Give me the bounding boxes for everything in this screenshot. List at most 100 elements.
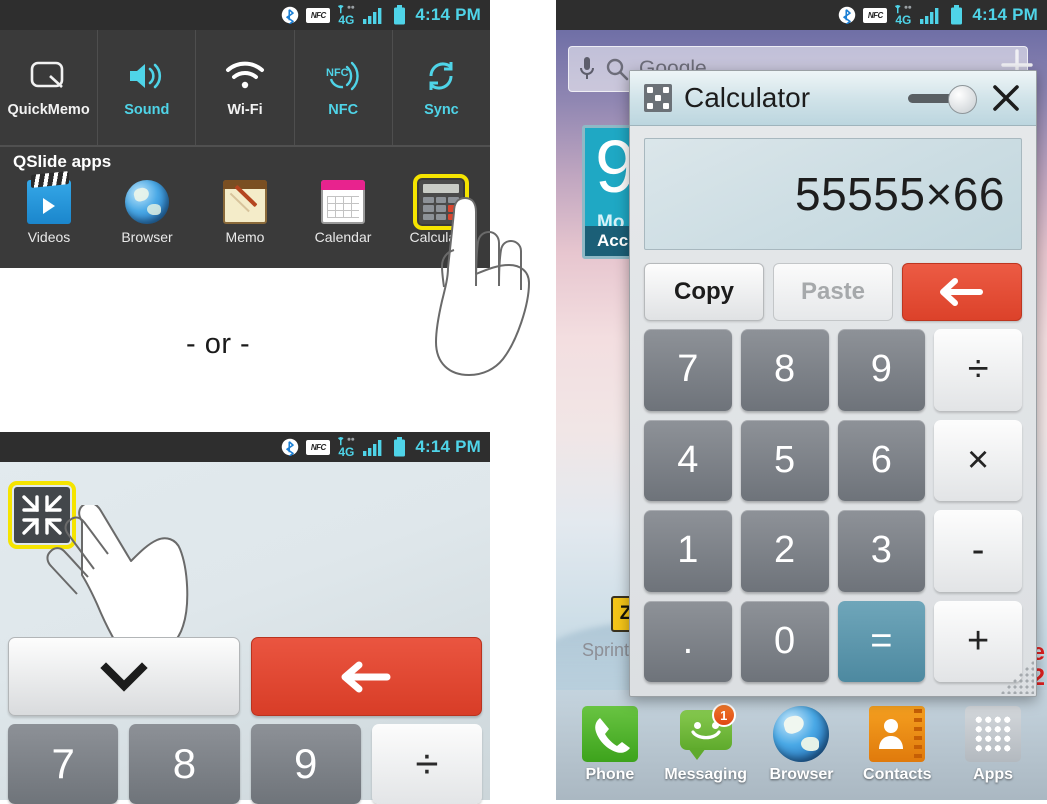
notification-shade-panel: NFC 4G 4:14 PM QuickMemo Sound Wi-Fi NFC… bbox=[0, 0, 490, 268]
dock-item-contacts[interactable]: Contacts bbox=[853, 706, 941, 784]
calculator-display-value: 55555×66 bbox=[795, 168, 1005, 220]
qslide-app-label: Calculator bbox=[409, 229, 473, 245]
dock-item-messaging[interactable]: 1 Messaging bbox=[662, 703, 750, 784]
quick-toggle-wifi[interactable]: Wi-Fi bbox=[196, 30, 295, 145]
fullscreen-icon[interactable] bbox=[644, 84, 672, 112]
calc-key-minus[interactable]: - bbox=[934, 510, 1022, 592]
calc-key-divide[interactable]: ÷ bbox=[934, 329, 1022, 411]
bluetooth-icon bbox=[282, 6, 299, 24]
videos-icon bbox=[27, 180, 71, 224]
calc-key-decimal[interactable]: . bbox=[644, 600, 732, 682]
nfc-icon: NFC bbox=[306, 7, 331, 23]
qslide-app-label: Videos bbox=[27, 229, 71, 245]
4g-icon: 4G bbox=[337, 4, 355, 26]
qslide-app-memo[interactable]: Memo bbox=[196, 180, 294, 268]
signal-icon bbox=[920, 8, 939, 24]
or-separator-label: - or - bbox=[186, 328, 251, 360]
expand-down-button[interactable] bbox=[8, 637, 240, 716]
4g-icon: 4G bbox=[894, 4, 912, 26]
calendar-icon bbox=[321, 180, 365, 224]
search-icon bbox=[606, 58, 629, 81]
contacts-icon bbox=[869, 706, 926, 762]
calc-key-0[interactable]: 0 bbox=[740, 600, 829, 682]
minimized-control-row bbox=[8, 637, 482, 716]
calc-key-multiply[interactable]: × bbox=[934, 419, 1022, 501]
transparency-slider[interactable] bbox=[908, 85, 978, 114]
dock-label: Messaging bbox=[664, 766, 748, 783]
calculator-clipboard-row: Copy Paste bbox=[644, 263, 1022, 321]
calculator-title: Calculator bbox=[684, 82, 811, 113]
signal-icon bbox=[363, 8, 382, 24]
calc-key-equals[interactable]: = bbox=[837, 600, 926, 682]
status-bar: NFC 4G 4:14 PM bbox=[0, 0, 490, 30]
quick-toggle-quickmemo[interactable]: QuickMemo bbox=[0, 30, 99, 145]
status-bar-clock: 4:14 PM bbox=[415, 437, 481, 456]
backspace-button[interactable] bbox=[250, 637, 482, 716]
quickmemo-icon bbox=[30, 57, 68, 95]
dock-item-browser[interactable]: Browser bbox=[757, 706, 845, 784]
quick-toggle-label: QuickMemo bbox=[7, 102, 90, 118]
mini-key-7[interactable]: 7 bbox=[8, 724, 119, 804]
dock-label: Contacts bbox=[863, 766, 932, 783]
qslide-app-browser[interactable]: Browser bbox=[98, 180, 196, 268]
calc-key-5[interactable]: 5 bbox=[740, 419, 829, 501]
dock-item-phone[interactable]: Phone bbox=[566, 706, 654, 784]
microphone-icon bbox=[580, 57, 594, 79]
qslide-app-calendar[interactable]: Calendar bbox=[294, 180, 392, 268]
notification-badge: 1 bbox=[711, 703, 736, 727]
calc-key-3[interactable]: 3 bbox=[837, 510, 926, 592]
calc-key-8[interactable]: 8 bbox=[740, 329, 829, 411]
dock-label: Phone bbox=[585, 766, 635, 783]
calculator-title-bar: Calculator bbox=[630, 71, 1036, 126]
close-icon[interactable] bbox=[990, 82, 1022, 114]
backspace-arrow-icon bbox=[940, 278, 983, 306]
battery-icon bbox=[394, 5, 406, 25]
calc-key-1[interactable]: 1 bbox=[644, 510, 732, 592]
copy-button[interactable]: Copy bbox=[644, 263, 764, 321]
mini-key-9[interactable]: 9 bbox=[250, 724, 361, 804]
quick-toggle-sync[interactable]: Sync bbox=[393, 30, 490, 145]
backspace-button[interactable] bbox=[902, 263, 1022, 321]
wifi-icon bbox=[225, 57, 265, 95]
qslide-app-label: Calendar bbox=[314, 229, 372, 245]
sound-icon bbox=[127, 57, 167, 95]
battery-icon bbox=[951, 5, 963, 25]
phone-icon bbox=[581, 706, 638, 762]
calc-key-9[interactable]: 9 bbox=[837, 329, 926, 411]
calc-key-plus[interactable]: + bbox=[934, 600, 1022, 682]
calculator-icon bbox=[413, 174, 469, 230]
dock-item-apps[interactable]: Apps bbox=[949, 706, 1037, 784]
calc-key-2[interactable]: 2 bbox=[740, 510, 829, 592]
quick-toggle-label: Sound bbox=[124, 102, 170, 118]
shade-divider bbox=[0, 145, 490, 147]
paste-button[interactable]: Paste bbox=[773, 263, 893, 321]
qslide-app-calculator[interactable]: Calculator bbox=[392, 174, 490, 268]
calculator-keypad: 7 8 9 ÷ 4 5 6 × 1 2 3 - . 0 = + bbox=[644, 329, 1022, 682]
quick-toggle-nfc[interactable]: NFC NFC bbox=[295, 30, 393, 145]
qslide-app-videos[interactable]: Videos bbox=[0, 180, 98, 268]
shrink-icon[interactable] bbox=[8, 481, 76, 549]
dock-label: Browser bbox=[769, 766, 834, 783]
home-dock: Phone 1 Messaging Browser Contacts Apps bbox=[556, 690, 1047, 800]
qslide-apps-row: Videos Browser Memo Calendar Calculator bbox=[0, 174, 490, 268]
phone-home-screen-panel: Google 9 Mo Acc ZO Sprint aode 1512 Phon… bbox=[556, 0, 1047, 800]
mini-key-divide[interactable]: ÷ bbox=[371, 724, 482, 804]
calc-key-4[interactable]: 4 bbox=[644, 419, 732, 501]
apps-grid-icon bbox=[965, 706, 1022, 762]
nfc-toggle-icon: NFC bbox=[323, 57, 363, 95]
mini-key-8[interactable]: 8 bbox=[129, 724, 240, 804]
quick-toggle-label: Wi-Fi bbox=[227, 102, 263, 118]
messaging-icon: 1 bbox=[678, 703, 736, 762]
quick-toggle-sound[interactable]: Sound bbox=[98, 30, 197, 145]
svg-text:NFC: NFC bbox=[326, 67, 349, 79]
calc-key-7[interactable]: 7 bbox=[644, 329, 732, 411]
qslide-app-label: Browser bbox=[121, 229, 173, 245]
nfc-icon: NFC bbox=[863, 7, 888, 23]
signal-icon bbox=[363, 440, 382, 456]
quick-toggle-label: NFC bbox=[328, 102, 359, 118]
status-bar: NFC 4G 4:14 PM bbox=[556, 0, 1047, 30]
browser-icon bbox=[773, 706, 830, 762]
sync-icon bbox=[423, 57, 459, 95]
qslide-calculator-window: Calculator 55555×66 Copy Paste 7 8 9 ÷ 4… bbox=[629, 70, 1037, 697]
calc-key-6[interactable]: 6 bbox=[837, 419, 926, 501]
